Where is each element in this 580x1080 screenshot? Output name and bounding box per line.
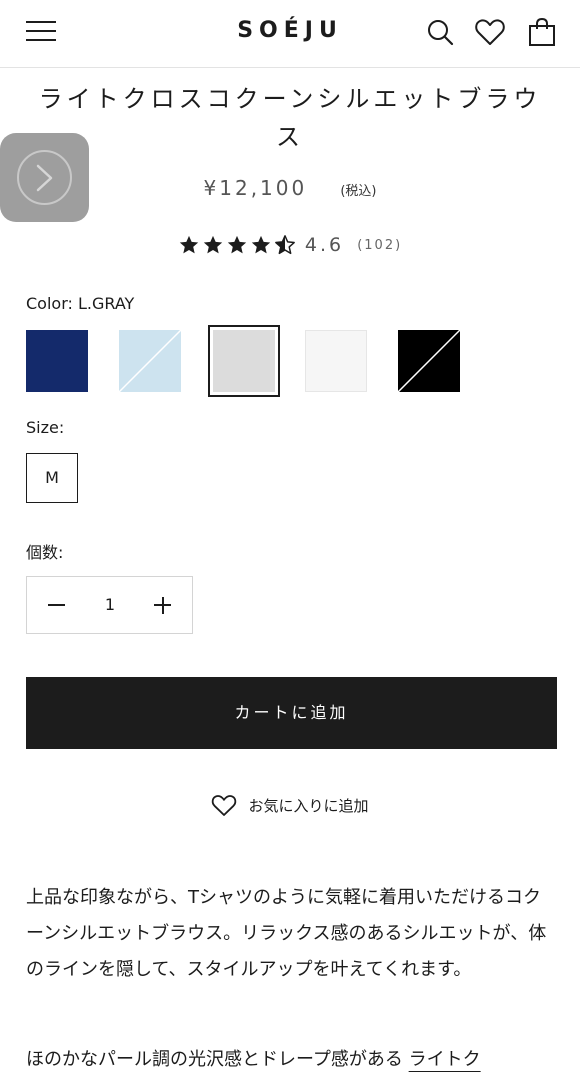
- size-label: Size:: [26, 418, 65, 437]
- description-2-text: ほのかなパール調の光沢感とドレープ感がある: [26, 1049, 409, 1070]
- fabric-link[interactable]: ライトク: [409, 1049, 481, 1070]
- rating-count[interactable]: (102): [357, 238, 402, 253]
- swatch-black[interactable]: [398, 330, 460, 392]
- quantity-input[interactable]: 1: [85, 577, 135, 633]
- quantity-decrease-button[interactable]: [35, 577, 79, 633]
- product-price: ¥12,100: [203, 176, 308, 200]
- unavailable-slash-icon: [119, 330, 181, 392]
- swatch-navy[interactable]: [26, 330, 88, 392]
- add-to-cart-button[interactable]: カートに追加: [26, 677, 557, 749]
- size-option-m[interactable]: M: [26, 453, 78, 503]
- star-half-icon: [274, 235, 295, 255]
- quantity-label: 個数:: [26, 543, 64, 562]
- product-description-2: ほのかなパール調の光沢感とドレープ感がある ライトク: [26, 1042, 556, 1078]
- search-icon[interactable]: [424, 16, 456, 48]
- swatch-light-blue[interactable]: [119, 330, 181, 392]
- add-to-favorites-button[interactable]: お気に入りに追加: [0, 793, 580, 817]
- unavailable-slash-icon: [398, 330, 460, 392]
- quantity-stepper: 1: [26, 576, 193, 634]
- add-to-favorites-label: お気に入りに追加: [248, 796, 369, 815]
- minus-icon: [48, 604, 65, 606]
- heart-outline-icon: [212, 795, 237, 816]
- heart-icon[interactable]: [474, 16, 506, 48]
- product-description: 上品な印象ながら、Tシャツのように気軽に着用いただけるコクーンシルエットブラウス…: [26, 887, 547, 980]
- color-label: Color: L.GRAY: [26, 294, 135, 313]
- plus-icon: [161, 596, 164, 614]
- swatch-white[interactable]: [305, 330, 367, 392]
- quantity-increase-button[interactable]: [140, 577, 184, 633]
- site-header: SOÉJU: [0, 0, 580, 68]
- star-full-icon: [251, 235, 270, 254]
- product-title: ライトクロスコクーンシルエットブラウス: [38, 85, 542, 151]
- rating-value: 4.6: [304, 234, 345, 256]
- rating-row[interactable]: 4.6 (102): [0, 234, 580, 256]
- star-full-icon: [227, 235, 246, 254]
- rating-stars: [178, 234, 298, 256]
- swatch-light-gray[interactable]: [213, 330, 275, 392]
- tax-note: (税込): [340, 184, 377, 199]
- price-row: ¥12,100 (税込): [0, 176, 580, 200]
- bag-icon[interactable]: [526, 16, 558, 48]
- star-full-icon: [203, 235, 222, 254]
- star-full-icon: [179, 235, 198, 254]
